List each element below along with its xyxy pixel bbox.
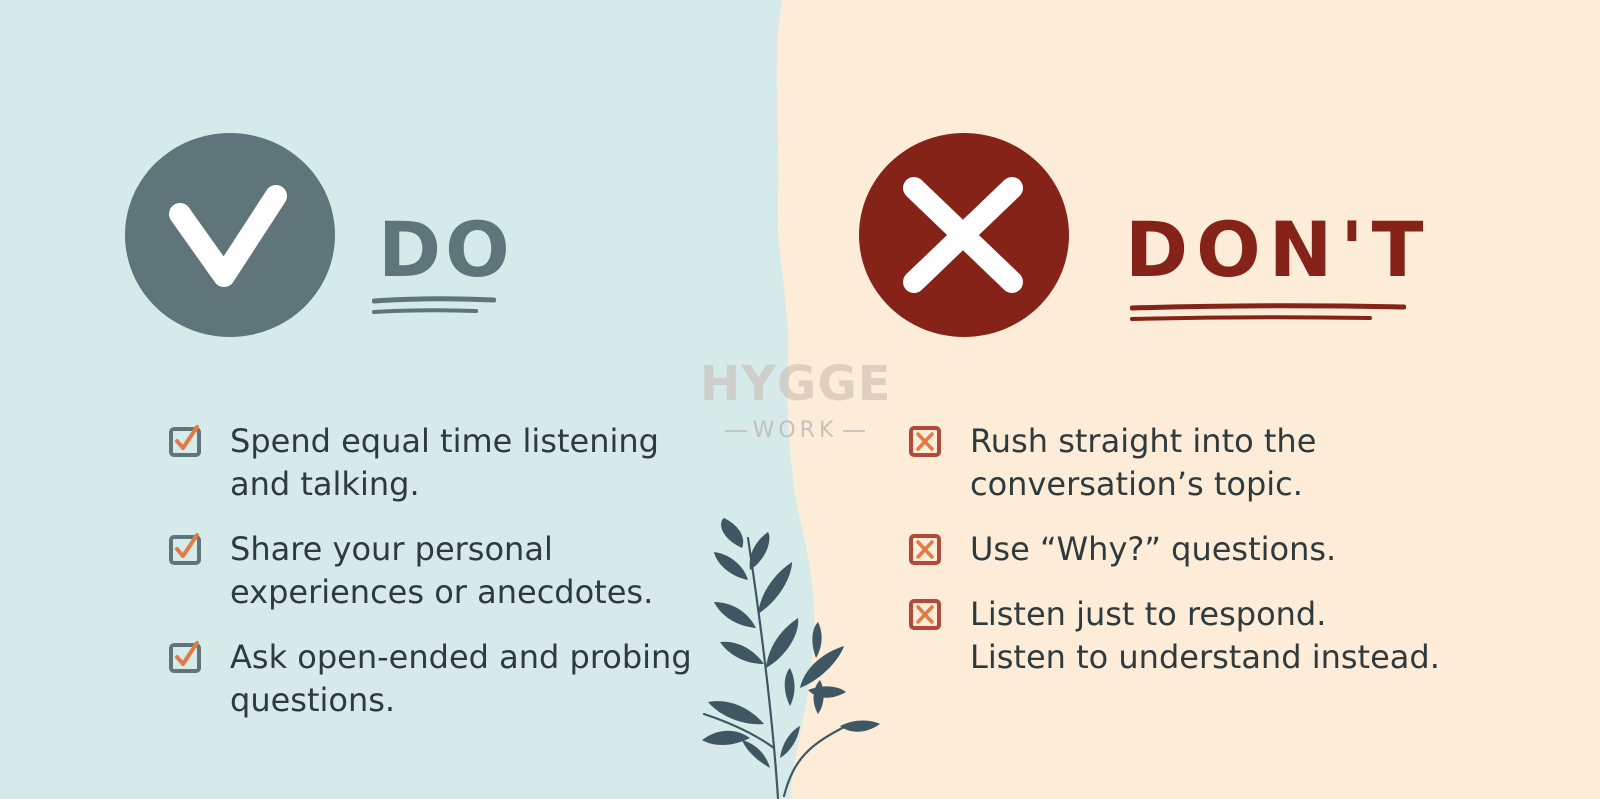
dont-item-line1: Listen just to respond. (970, 595, 1327, 633)
do-underline (372, 296, 496, 314)
checked-box-icon (169, 533, 201, 565)
watermark: HYGGE WORK (700, 356, 892, 443)
do-badge (125, 133, 335, 337)
crossed-box-icon (909, 534, 941, 565)
do-list: Spend equal time listening and talking. … (168, 420, 728, 744)
do-item-line2: experiences or anecdotes. (230, 573, 654, 611)
watermark-sub-text: WORK (752, 418, 838, 443)
dont-item: Use “Why?” questions. (908, 528, 1468, 571)
do-item-line2: and talking. (230, 465, 420, 503)
dont-item: Rush straight into the conversation’s to… (908, 420, 1468, 506)
dont-item-line2: Listen to understand instead. (970, 638, 1440, 676)
do-item-line2: questions. (230, 681, 396, 719)
dont-list: Rush straight into the conversation’s to… (908, 420, 1468, 701)
watermark-sub: WORK (700, 418, 890, 443)
crossed-box-icon (909, 599, 941, 630)
dont-heading: DON'T (1125, 205, 1432, 294)
do-item: Spend equal time listening and talking. (168, 420, 728, 506)
checked-box-icon (169, 641, 201, 673)
dont-badge (859, 133, 1069, 337)
do-item-line1: Share your personal (230, 530, 553, 568)
checked-box-icon (169, 425, 201, 457)
do-circle (125, 133, 335, 337)
do-item-line1: Ask open-ended and probing (230, 638, 692, 676)
do-item-line1: Spend equal time listening (230, 422, 659, 460)
watermark-brand: HYGGE (700, 356, 892, 412)
dont-item-line1: Rush straight into the (970, 422, 1317, 460)
plant-icon (702, 518, 880, 799)
infographic: DO DON'T HYGGE WORK Spend equal time lis… (0, 0, 1600, 799)
do-item: Share your personal experiences or anecd… (168, 528, 728, 614)
dont-item-line1: Use “Why?” questions. (970, 530, 1337, 568)
do-item: Ask open-ended and probing questions. (168, 636, 728, 722)
dont-underline (1130, 303, 1406, 321)
crossed-box-icon (909, 426, 941, 457)
dont-item: Listen just to respond. Listen to unders… (908, 593, 1468, 679)
dont-item-line2: conversation’s topic. (970, 465, 1303, 503)
do-heading: DO (378, 205, 514, 294)
